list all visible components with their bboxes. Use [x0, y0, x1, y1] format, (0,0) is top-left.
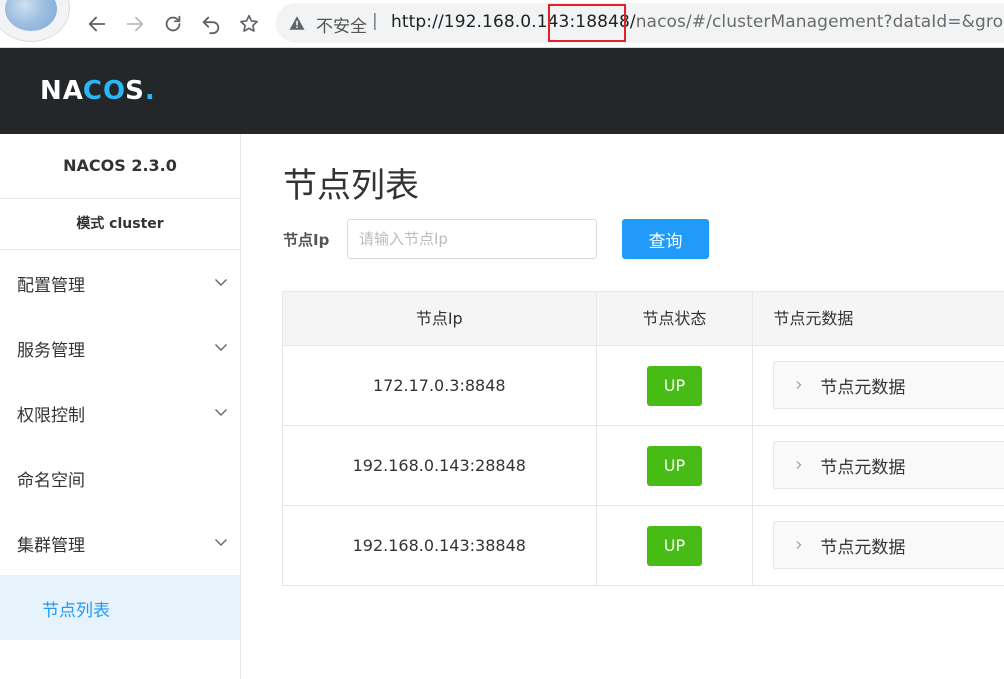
sidebar-item-cluster-management[interactable]: 集群管理	[0, 510, 240, 575]
column-header-node-metadata: 节点元数据	[753, 292, 1004, 346]
sidebar-item-label: 节点列表	[42, 601, 110, 621]
port-highlight-box	[548, 4, 626, 42]
node-state-cell: UP	[596, 506, 754, 586]
url-text[interactable]: http://192.168.0.143:18848/nacos/#/clust…	[391, 12, 1004, 32]
status-badge: UP	[646, 365, 702, 406]
node-ip-search-input[interactable]	[347, 219, 597, 259]
table-row: 192.168.0.143:38848 UP 节点元数据	[283, 506, 1004, 586]
undo-icon[interactable]	[198, 11, 224, 37]
node-ip-cell: 192.168.0.143:38848	[283, 506, 597, 586]
table-row: 192.168.0.143:28848 UP 节点元数据	[283, 426, 1004, 506]
sidebar-item-config-management[interactable]: 配置管理	[0, 250, 240, 315]
forward-arrow-icon[interactable]	[122, 11, 148, 37]
logo-dot: .	[144, 76, 156, 106]
not-secure-warning-icon	[289, 16, 305, 30]
logo-text-s: S	[125, 76, 145, 106]
column-header-node-state: 节点状态	[596, 292, 754, 346]
browser-toolbar: 不安全 | http://192.168.0.143:18848/nacos/#…	[0, 0, 1004, 48]
sidebar-version: NACOS 2.3.0	[0, 134, 240, 199]
bookmark-star-icon[interactable]	[236, 11, 262, 37]
table-row: 172.17.0.3:8848 UP 节点元数据	[283, 346, 1004, 426]
node-metadata-cell: 节点元数据	[753, 346, 1004, 426]
chevron-right-icon	[796, 461, 802, 469]
reload-icon[interactable]	[160, 11, 186, 37]
back-arrow-icon[interactable]	[84, 11, 110, 37]
chevron-down-icon	[215, 539, 227, 546]
sidebar-item-label: 命名空间	[17, 471, 85, 491]
sidebar-item-namespace[interactable]: 命名空间	[0, 445, 240, 510]
sidebar-item-label: 权限控制	[17, 406, 85, 426]
column-header-node-ip: 节点Ip	[283, 292, 597, 346]
node-ip-cell: 172.17.0.3:8848	[283, 346, 597, 426]
metadata-collapse-label: 节点元数据	[820, 377, 906, 398]
profile-avatar[interactable]	[0, 0, 70, 42]
chevron-down-icon	[215, 344, 227, 351]
nacos-logo[interactable]: NA CO S.	[40, 76, 156, 106]
page-title: 节点列表	[283, 166, 419, 206]
sidebar-item-access-control[interactable]: 权限控制	[0, 380, 240, 445]
node-state-cell: UP	[596, 426, 754, 506]
logo-text-co: CO	[82, 76, 127, 106]
node-metadata-cell: 节点元数据	[753, 426, 1004, 506]
sidebar-item-node-list[interactable]: 节点列表	[0, 575, 240, 640]
not-secure-label: 不安全	[316, 17, 367, 37]
sidebar: NACOS 2.3.0 模式 cluster 配置管理 服务管理 权限控制 命名…	[0, 134, 241, 679]
sidebar-item-label: 配置管理	[17, 276, 85, 296]
metadata-collapse-panel[interactable]: 节点元数据	[773, 441, 1004, 489]
sidebar-item-label: 集群管理	[17, 536, 85, 556]
url-separator: |	[372, 11, 378, 31]
url-path: nacos/#/clusterManagement?dataId=&group	[635, 12, 1004, 32]
sidebar-mode: 模式 cluster	[0, 199, 240, 250]
chevron-down-icon	[215, 409, 227, 416]
node-ip-cell: 192.168.0.143:28848	[283, 426, 597, 506]
logo-text-na: NA	[40, 76, 84, 106]
chevron-right-icon	[796, 381, 802, 389]
sidebar-item-label: 服务管理	[17, 341, 85, 361]
app-header: NA CO S.	[0, 48, 1004, 134]
metadata-collapse-panel[interactable]: 节点元数据	[773, 361, 1004, 409]
query-button[interactable]: 查询	[622, 219, 709, 259]
node-table: 节点Ip 节点状态 节点元数据 172.17.0.3:8848 UP 节点元数据…	[282, 291, 1004, 586]
node-state-cell: UP	[596, 346, 754, 426]
metadata-collapse-label: 节点元数据	[820, 537, 906, 558]
chevron-right-icon	[796, 541, 802, 549]
status-badge: UP	[646, 525, 702, 566]
table-header-row: 节点Ip 节点状态 节点元数据	[283, 292, 1004, 346]
node-metadata-cell: 节点元数据	[753, 506, 1004, 586]
metadata-collapse-label: 节点元数据	[820, 457, 906, 478]
sidebar-item-service-management[interactable]: 服务管理	[0, 315, 240, 380]
chevron-down-icon	[215, 279, 227, 286]
status-badge: UP	[646, 445, 702, 486]
metadata-collapse-panel[interactable]: 节点元数据	[773, 521, 1004, 569]
filter-label: 节点Ip	[283, 231, 330, 249]
